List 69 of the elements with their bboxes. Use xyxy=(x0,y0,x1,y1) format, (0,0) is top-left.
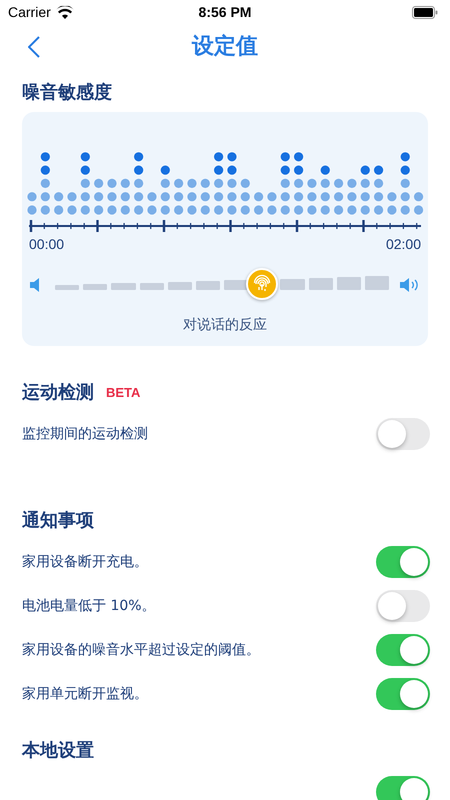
dot-column xyxy=(267,192,277,215)
toggle-switch[interactable] xyxy=(376,418,430,450)
dot-column xyxy=(400,152,410,215)
dot-column xyxy=(307,178,317,215)
dot-column xyxy=(67,192,77,215)
slider-step xyxy=(168,282,192,290)
dot-column xyxy=(320,166,330,215)
setting-label: 家用单元断开监视。 xyxy=(22,685,148,703)
beta-label: BETA xyxy=(106,384,140,400)
dot-column xyxy=(347,178,357,215)
setting-label: 家用设备的噪音水平超过设定的阈值。 xyxy=(22,641,260,659)
slider-step xyxy=(280,278,305,290)
battery-icon xyxy=(412,6,438,18)
setting-label: 监控期间的运动检测 xyxy=(22,425,148,443)
section-heading: 通知事项 xyxy=(22,509,95,532)
dot-column xyxy=(187,178,197,215)
wifi-icon xyxy=(56,6,74,18)
dot-column xyxy=(334,178,344,215)
dot-column xyxy=(27,192,37,215)
dot-column xyxy=(200,178,210,215)
dot-column xyxy=(414,192,424,215)
dot-column xyxy=(214,152,224,215)
dot-column xyxy=(80,152,90,215)
dot-column xyxy=(374,166,384,215)
slider-step xyxy=(111,283,136,290)
back-button[interactable] xyxy=(26,34,42,60)
toggle-switch[interactable] xyxy=(376,678,430,710)
dot-column xyxy=(240,178,250,215)
back-icon xyxy=(28,36,40,58)
slider-step xyxy=(336,277,361,290)
slider-caption: 对说话的反应 xyxy=(183,316,267,334)
dot-column xyxy=(54,192,64,215)
dot-column xyxy=(94,178,104,215)
toggle-switch[interactable] xyxy=(376,776,430,800)
slider-step xyxy=(308,278,333,290)
setting-label: 家用设备断开充电。 xyxy=(22,553,148,571)
slider-step xyxy=(55,285,80,290)
toggle-switch[interactable] xyxy=(376,546,430,578)
dot-column xyxy=(120,178,130,215)
setting-label: 电池电量低于 10%。 xyxy=(22,597,156,615)
dot-column xyxy=(107,178,117,215)
dot-column xyxy=(134,152,144,215)
slider-step xyxy=(196,281,220,290)
dot-column xyxy=(40,152,50,215)
dot-column xyxy=(160,166,170,215)
dot-column xyxy=(227,152,237,215)
toggle-switch[interactable] xyxy=(376,590,430,622)
section-heading: 噪音敏感度 xyxy=(22,81,113,104)
start-time: 00:00 xyxy=(29,236,64,252)
sensitivity-slider[interactable] xyxy=(55,270,389,300)
fingerprint-slider-thumb[interactable] xyxy=(246,268,278,300)
dot-column xyxy=(174,178,184,215)
section-heading: 本地设置 xyxy=(22,739,95,762)
dot-column xyxy=(147,192,157,215)
dot-column xyxy=(387,192,396,215)
dot-column xyxy=(280,152,290,215)
status-time: 8:56 PM xyxy=(198,4,252,20)
dot-column xyxy=(294,152,304,215)
toggle-switch[interactable] xyxy=(376,634,430,666)
slider-step xyxy=(224,280,248,290)
slider-step xyxy=(83,284,108,290)
dot-column xyxy=(360,166,370,215)
page-title: 设定值 xyxy=(192,32,258,61)
end-time: 02:00 xyxy=(386,236,421,252)
dot-column xyxy=(254,192,264,215)
carrier-label: Carrier xyxy=(8,4,51,20)
slider-step xyxy=(364,276,390,290)
slider-step xyxy=(140,282,164,290)
section-heading: 运动检测 xyxy=(22,381,94,404)
